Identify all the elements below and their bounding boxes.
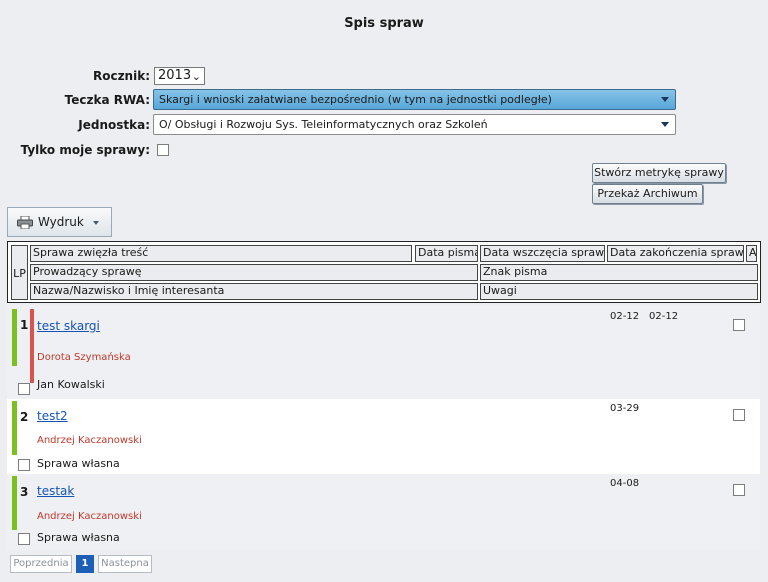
archive-button[interactable]: Przekaż Archiwum — [592, 184, 703, 204]
header-data-zakonczenia[interactable]: Data zakończenia sprawy — [607, 245, 744, 262]
priority-bar — [30, 309, 34, 383]
teczka-value: Skargi i wnioski załatwiane bezpośrednio… — [159, 93, 552, 106]
data-zakonczenia: 02-12 — [649, 311, 679, 322]
jednostka-value: O/ Obsługi i Rozwoju Sys. Teleinformatyc… — [159, 118, 488, 131]
caret-down-icon — [661, 97, 669, 102]
page-title: Spis spraw — [344, 16, 424, 31]
data-wszczecia: 02-12 — [610, 311, 640, 322]
dropdown-arrow-icon — [93, 221, 99, 225]
jednostka-select[interactable]: O/ Obsługi i Rozwoju Sys. Teleinformatyc… — [153, 114, 676, 135]
header-tresc[interactable]: Sprawa zwięzła treść — [30, 245, 412, 262]
header-uwagi[interactable]: Uwagi — [480, 283, 758, 300]
table-row: 2 test2 03-29 Andrzej Kaczanowski Sprawa… — [7, 399, 760, 474]
row-lp: 1 — [20, 318, 29, 332]
header-znak[interactable]: Znak pisma — [480, 264, 758, 281]
petent-name: Jan Kowalski — [37, 378, 105, 391]
prowadzacy-name: Andrzej Kaczanowski — [37, 435, 142, 446]
petent-name: Sprawa własna — [37, 457, 120, 470]
prowadzacy-name: Andrzej Kaczanowski — [37, 511, 142, 522]
case-title-link[interactable]: test2 — [37, 409, 68, 423]
caret-down-icon — [661, 122, 669, 127]
next-page-button[interactable]: Nastepna — [98, 555, 152, 573]
case-title-link[interactable]: test skargi — [37, 319, 100, 333]
status-bar — [12, 401, 17, 455]
petent-name: Sprawa własna — [37, 531, 120, 544]
header-data-pisma[interactable]: Data pisma — [415, 245, 478, 262]
table-row: 3 testak 04-08 Andrzej Kaczanowski Spraw… — [7, 474, 760, 549]
case-title-link[interactable]: testak — [37, 484, 74, 498]
row-lp: 2 — [20, 410, 29, 424]
row-select-checkbox[interactable] — [18, 459, 30, 471]
header-data-wszczecia[interactable]: Data wszczęcia sprawy — [480, 245, 605, 262]
row-lp: 3 — [20, 485, 29, 499]
row-select-checkbox[interactable] — [18, 533, 30, 545]
printer-icon — [17, 216, 33, 229]
print-button[interactable]: Wydruk — [7, 207, 112, 237]
row-checkbox-a[interactable] — [733, 484, 745, 496]
rocznik-value: 2013 — [158, 68, 192, 83]
prowadzacy-name: Dorota Szymańska — [37, 352, 131, 363]
prev-page-button[interactable]: Poprzednia — [10, 555, 72, 573]
data-wszczecia: 04-08 — [610, 478, 640, 489]
table-header: LP Sprawa zwięzła treść Data pisma Data … — [7, 241, 761, 303]
create-metric-button[interactable]: Stwórz metrykę sprawy — [592, 163, 726, 183]
rocznik-select[interactable]: 2013 ⌄ — [154, 67, 205, 85]
row-select-checkbox[interactable] — [18, 383, 30, 395]
table-row: 1 test skargi 02-12 02-12 Dorota Szymańs… — [7, 305, 760, 399]
header-lp: LP — [11, 245, 28, 300]
jednostka-label: Jednostka: — [78, 118, 150, 132]
chevron-down-icon: ⌄ — [191, 70, 201, 83]
print-label: Wydruk — [38, 215, 84, 229]
page-1-button[interactable]: 1 — [76, 555, 94, 573]
data-wszczecia: 03-29 — [610, 403, 640, 414]
header-petent[interactable]: Nazwa/Nazwisko i Imię interesanta — [30, 283, 478, 300]
header-a[interactable]: A — [746, 245, 757, 262]
status-bar — [12, 476, 17, 530]
row-checkbox-a[interactable] — [733, 409, 745, 421]
status-bar — [12, 309, 17, 366]
rocznik-label: Rocznik: — [92, 69, 150, 83]
tylko-moje-label: Tylko moje sprawy: — [20, 143, 150, 157]
teczka-select[interactable]: Skargi i wnioski załatwiane bezpośrednio… — [153, 89, 676, 110]
teczka-label: Teczka RWA: — [64, 93, 150, 107]
header-prowadzacy[interactable]: Prowadzący sprawę — [30, 264, 478, 281]
tylko-moje-checkbox[interactable] — [157, 144, 169, 156]
row-checkbox-a[interactable] — [733, 319, 745, 331]
